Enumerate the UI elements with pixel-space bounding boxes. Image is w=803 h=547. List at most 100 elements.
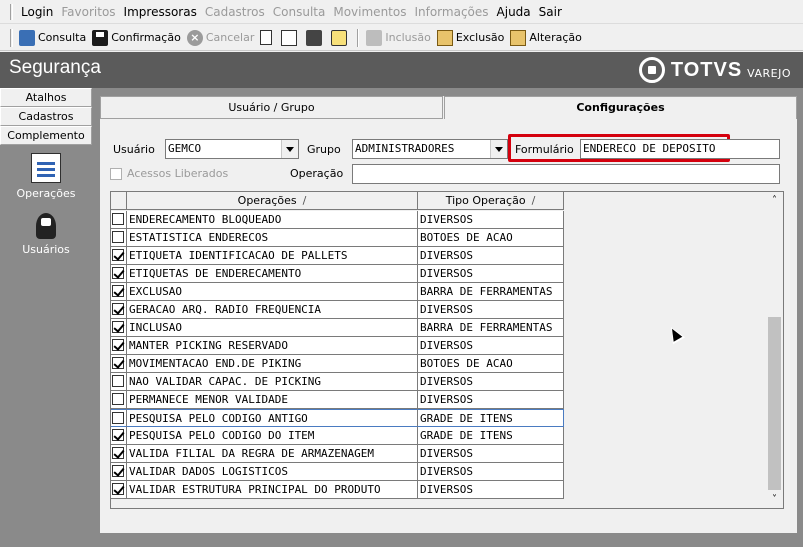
row-select-cell[interactable]	[111, 373, 127, 391]
row-checkbox[interactable]	[112, 231, 124, 243]
row-select-cell[interactable]	[111, 229, 127, 247]
row-select-cell[interactable]	[111, 301, 127, 319]
menu-cadastros[interactable]: Cadastros	[201, 5, 269, 19]
row-checkbox[interactable]	[112, 447, 124, 459]
menu-sair[interactable]: Sair	[535, 5, 566, 19]
table-row[interactable]: ESTATISTICA ENDERECOS BOTOES DE ACAO	[111, 229, 564, 247]
row-checkbox[interactable]	[112, 375, 124, 387]
row-checkbox[interactable]	[112, 249, 124, 261]
table-row[interactable]: VALIDAR ESTRUTURA PRINCIPAL DO PRODUTO DI…	[111, 481, 564, 499]
row-select-cell[interactable]	[111, 265, 127, 283]
row-checkbox[interactable]	[112, 357, 124, 369]
cell-tipo-operacao[interactable]: DIVERSOS	[418, 481, 564, 499]
scroll-thumb[interactable]	[768, 317, 781, 490]
nav-item-usuarios[interactable]: Usuários	[0, 213, 92, 256]
table-row[interactable]: INCLUSAO BARRA DE FERRAMENTAS	[111, 319, 564, 337]
table-row[interactable]: EXCLUSAO BARRA DE FERRAMENTAS	[111, 283, 564, 301]
cell-tipo-operacao[interactable]: DIVERSOS	[418, 445, 564, 463]
cell-operacao[interactable]: PESQUISA PELO CODIGO DO ITEM	[127, 427, 418, 445]
row-checkbox[interactable]	[112, 303, 124, 315]
menu-consulta[interactable]: Consulta	[269, 5, 330, 19]
menu-impressoras[interactable]: Impressoras	[120, 5, 201, 19]
menu-login[interactable]: Login	[17, 5, 57, 19]
cell-tipo-operacao[interactable]: DIVERSOS	[418, 391, 564, 409]
row-checkbox[interactable]	[112, 483, 124, 495]
table-row[interactable]: ETIQUETA IDENTIFICACAO DE PALLETS DIVERSO…	[111, 247, 564, 265]
table-row[interactable]: GERACAO ARQ. RADIO FREQUENCIA DIVERSOS	[111, 301, 564, 319]
row-select-cell[interactable]	[111, 355, 127, 373]
row-select-cell[interactable]	[111, 247, 127, 265]
usuario-combo[interactable]: GEMCO	[165, 139, 299, 159]
scroll-down-icon[interactable]: ˅	[766, 491, 783, 508]
grupo-combo[interactable]: ADMINISTRADORES	[352, 139, 508, 159]
row-checkbox[interactable]	[112, 393, 124, 405]
print-button[interactable]	[303, 27, 328, 49]
row-select-cell[interactable]	[111, 283, 127, 301]
nav-complemento-button[interactable]: Complemento	[0, 126, 92, 145]
acessos-liberados[interactable]: Acessos Liberados	[110, 167, 228, 180]
alteracao-button[interactable]: Alteração	[507, 27, 584, 49]
nav-item-operacoes[interactable]: Operações	[0, 153, 92, 200]
cell-tipo-operacao[interactable]: GRADE DE ITENS	[418, 427, 564, 445]
nav-cadastros-button[interactable]: Cadastros	[0, 107, 92, 126]
row-select-cell[interactable]	[111, 481, 127, 499]
menu-informacoes[interactable]: Informações	[410, 5, 492, 19]
row-select-cell[interactable]	[111, 319, 127, 337]
table-row[interactable]: PESQUISA PELO CODIGO ANTIGO GRADE DE ITEN…	[111, 409, 564, 427]
cell-tipo-operacao[interactable]: BOTOES DE ACAO	[418, 355, 564, 373]
cell-operacao[interactable]: PESQUISA PELO CODIGO ANTIGO	[127, 409, 418, 427]
exclusao-button[interactable]: Exclusão	[434, 27, 508, 49]
cell-operacao[interactable]: NAO VALIDAR CAPAC. DE PICKING	[127, 373, 418, 391]
row-select-cell[interactable]	[111, 391, 127, 409]
cell-tipo-operacao[interactable]: DIVERSOS	[418, 337, 564, 355]
cell-operacao[interactable]: MOVIMENTACAO END.DE PIKING	[127, 355, 418, 373]
row-checkbox[interactable]	[112, 213, 124, 225]
cell-operacao[interactable]: VALIDA FILIAL DA REGRA DE ARMAZENAGEM	[127, 445, 418, 463]
vertical-scrollbar[interactable]: ˄ ˅	[766, 192, 783, 508]
table-row[interactable]: PERMANECE MENOR VALIDADE DIVERSOS	[111, 391, 564, 409]
cell-operacao[interactable]: ENDERECAMENTO BLOQUEADO	[127, 211, 418, 229]
new-page-button[interactable]	[257, 27, 278, 49]
cell-operacao[interactable]: MANTER PICKING RESERVADO	[127, 337, 418, 355]
menu-favoritos[interactable]: Favoritos	[57, 5, 119, 19]
cell-tipo-operacao[interactable]: BARRA DE FERRAMENTAS	[418, 319, 564, 337]
menu-ajuda[interactable]: Ajuda	[493, 5, 535, 19]
cell-operacao[interactable]: ETIQUETAS DE ENDERECAMENTO	[127, 265, 418, 283]
find-button[interactable]	[328, 27, 353, 49]
cell-operacao[interactable]: EXCLUSAO	[127, 283, 418, 301]
cell-operacao[interactable]: VALIDAR DADOS LOGISTICOS	[127, 463, 418, 481]
cell-tipo-operacao[interactable]: DIVERSOS	[418, 211, 564, 229]
cell-operacao[interactable]: PERMANECE MENOR VALIDADE	[127, 391, 418, 409]
confirmacao-button[interactable]: Confirmação	[89, 27, 184, 49]
grid-header-operacoes[interactable]: Operações /	[127, 192, 418, 210]
cell-operacao[interactable]: ETIQUETA IDENTIFICACAO DE PALLETS	[127, 247, 418, 265]
cell-tipo-operacao[interactable]: DIVERSOS	[418, 301, 564, 319]
nav-atalhos-button[interactable]: Atalhos	[0, 88, 92, 107]
cell-tipo-operacao[interactable]: BOTOES DE ACAO	[418, 229, 564, 247]
table-row[interactable]: VALIDA FILIAL DA REGRA DE ARMAZENAGEM DIV…	[111, 445, 564, 463]
cell-tipo-operacao[interactable]: DIVERSOS	[418, 247, 564, 265]
table-row[interactable]: MANTER PICKING RESERVADO DIVERSOS	[111, 337, 564, 355]
cancelar-button[interactable]: × Cancelar	[184, 27, 258, 49]
grid-header-tipo[interactable]: Tipo Operação /	[418, 192, 564, 210]
row-checkbox[interactable]	[112, 267, 124, 279]
row-checkbox[interactable]	[112, 339, 124, 351]
consulta-button[interactable]: Consulta	[16, 27, 89, 49]
formulario-field[interactable]: ENDERECO DE DEPOSITO	[580, 139, 780, 159]
row-select-cell[interactable]	[111, 427, 127, 445]
cell-tipo-operacao[interactable]: DIVERSOS	[418, 373, 564, 391]
row-checkbox[interactable]	[112, 412, 124, 424]
table-row[interactable]: PESQUISA PELO CODIGO DO ITEM GRADE DE ITE…	[111, 427, 564, 445]
operacao-field[interactable]	[352, 164, 780, 184]
row-select-cell[interactable]	[111, 445, 127, 463]
row-checkbox[interactable]	[112, 465, 124, 477]
table-row[interactable]: VALIDAR DADOS LOGISTICOS DIVERSOS	[111, 463, 564, 481]
row-select-cell[interactable]	[111, 211, 127, 229]
cell-operacao[interactable]: ESTATISTICA ENDERECOS	[127, 229, 418, 247]
chevron-down-icon[interactable]	[490, 140, 507, 158]
row-checkbox[interactable]	[112, 285, 124, 297]
cell-tipo-operacao[interactable]: BARRA DE FERRAMENTAS	[418, 283, 564, 301]
table-row[interactable]: ENDERECAMENTO BLOQUEADO DIVERSOS	[111, 211, 564, 229]
row-checkbox[interactable]	[112, 321, 124, 333]
row-checkbox[interactable]	[112, 429, 124, 441]
